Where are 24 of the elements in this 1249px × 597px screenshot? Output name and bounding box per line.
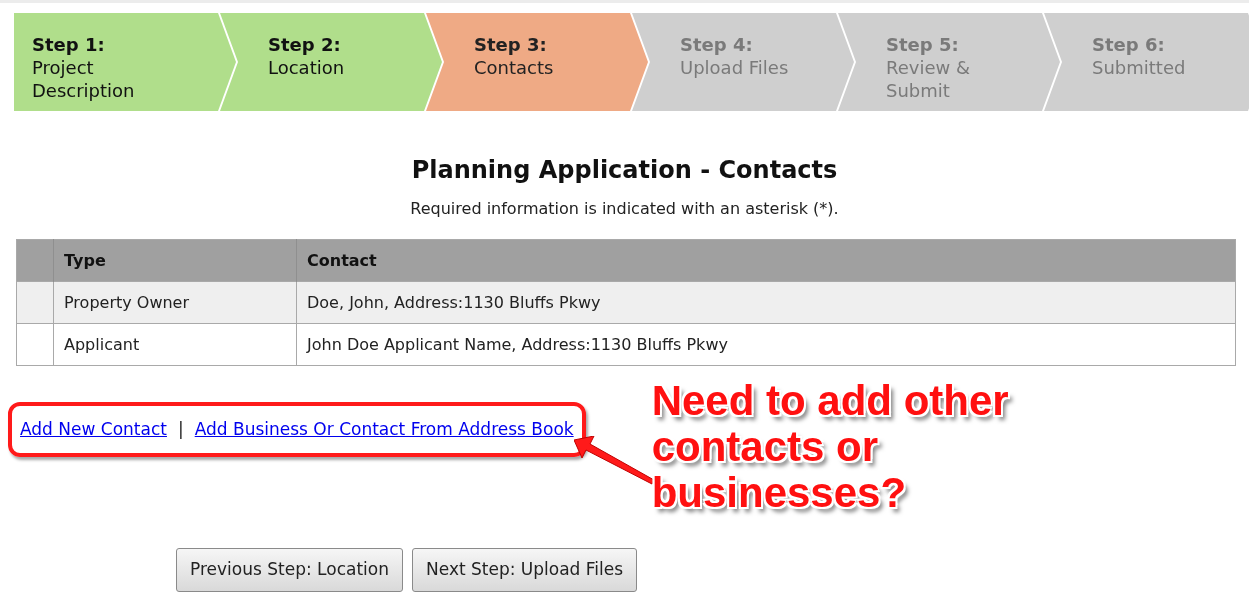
step-title: Submitted — [1092, 56, 1187, 79]
step-number: Step 5: — [886, 33, 960, 56]
step-title: Contacts — [474, 56, 555, 79]
step-title: Project Description — [32, 56, 136, 102]
table-cell: Applicant — [53, 323, 297, 366]
step-number: Step 3: — [474, 33, 548, 56]
callout-text: Need to add other contacts or businesses? — [651, 378, 1010, 516]
page-heading: Planning Application - Contacts — [410, 155, 839, 185]
step-number: Step 2: — [268, 33, 342, 56]
link-separator: | — [177, 417, 184, 441]
column-header: Contact — [296, 239, 1236, 282]
step-button[interactable]: Previous Step: Location — [176, 548, 403, 592]
contact-link[interactable]: Add Business Or Contact From Address Book — [194, 416, 574, 443]
step-number: Step 1: — [32, 33, 106, 56]
step-number: Step 4: — [680, 33, 754, 56]
contact-link[interactable]: Add New Contact — [20, 416, 167, 443]
required-note: Required information is indicated with an asterisk (*). — [409, 198, 840, 220]
table-cell: Doe, John, Address:1130 Bluffs Pkwy — [296, 281, 1236, 324]
step-button[interactable]: Next Step: Upload Files — [412, 548, 638, 592]
step-title: Review & Submit — [886, 56, 971, 102]
step-title: Location — [268, 56, 346, 79]
table-cell: John Doe Applicant Name, Address:1130 Bluffs Pkwy — [296, 323, 1236, 366]
step-title: Upload Files — [680, 56, 790, 79]
step-number: Step 6: — [1092, 33, 1166, 56]
